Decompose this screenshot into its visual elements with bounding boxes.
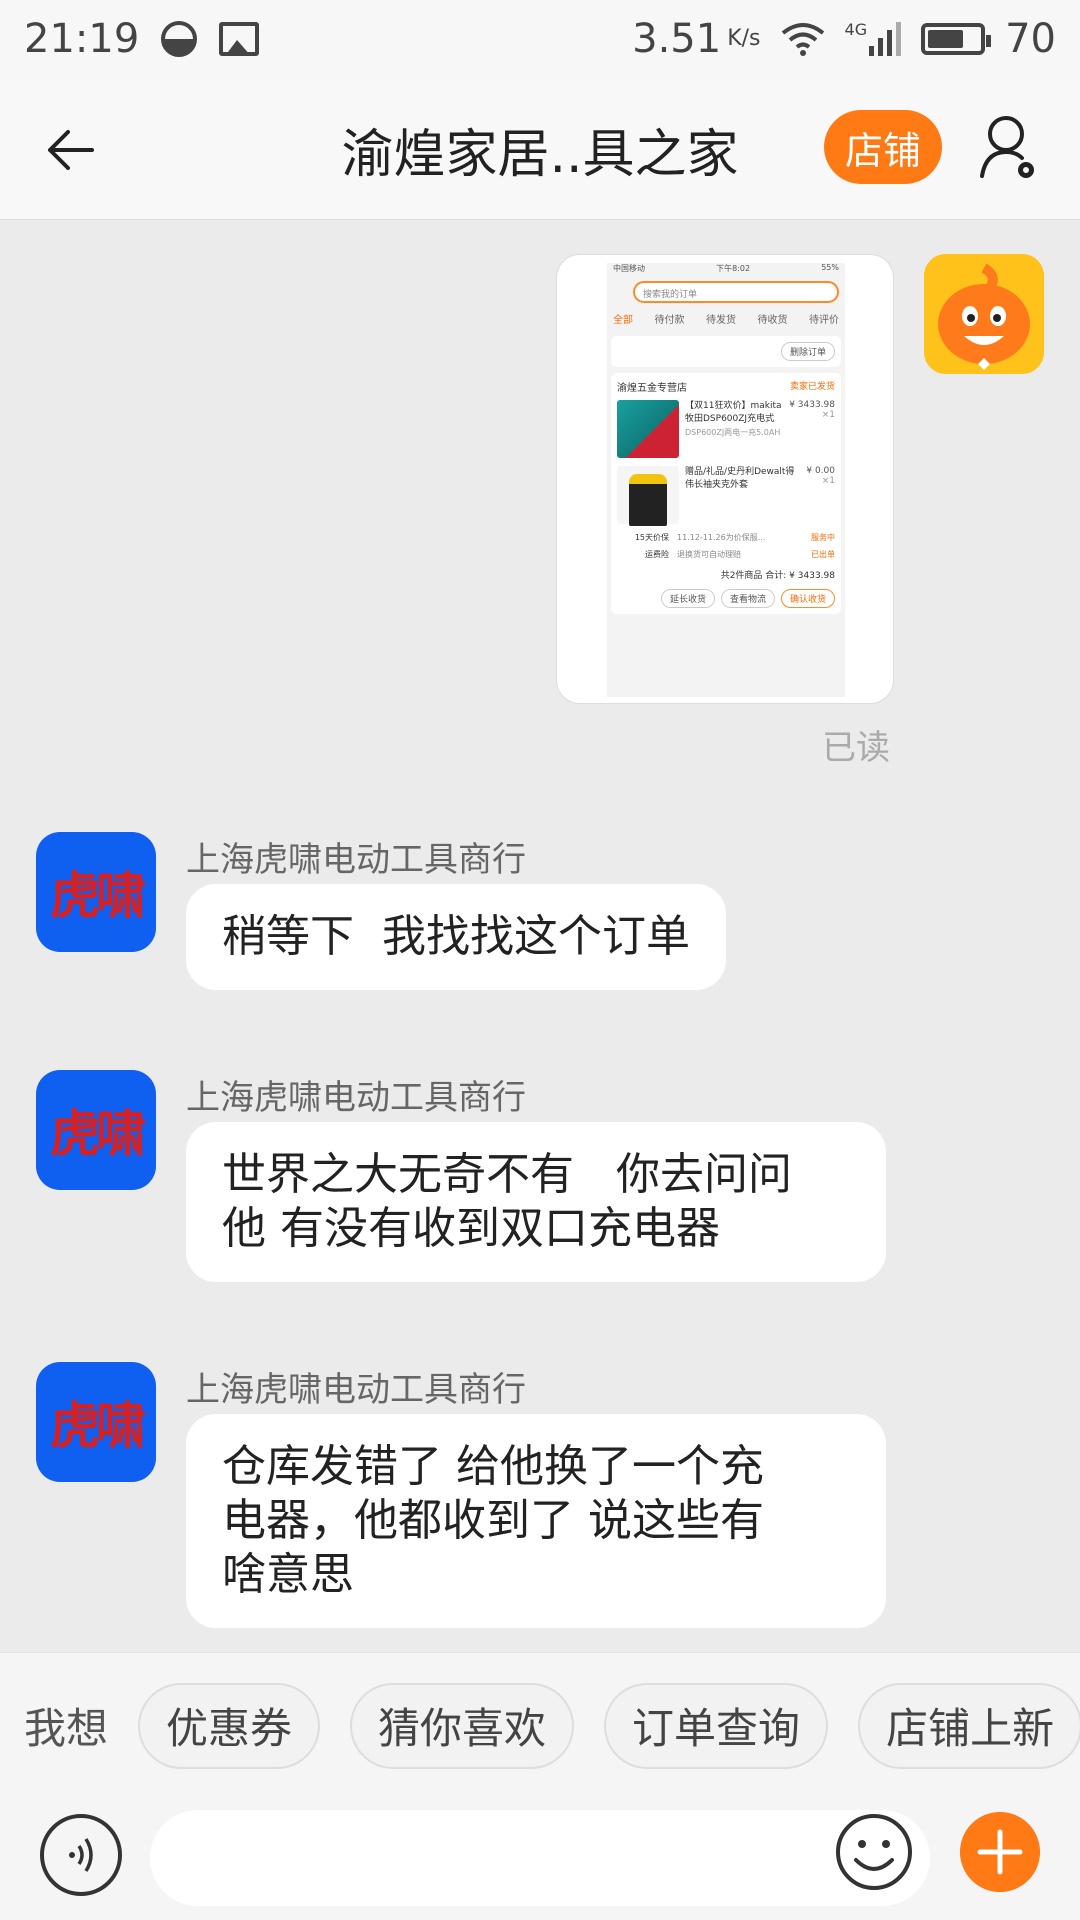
my-avatar[interactable]: [924, 254, 1044, 374]
voice-icon: [69, 1838, 93, 1872]
sender-name: 上海虎啸电动工具商行: [186, 1370, 526, 1410]
shot-item-price: ¥ 3433.98: [789, 400, 835, 410]
message-bubble[interactable]: 世界之大无奇不有 你去问问 他 有没有收到双口充电器: [186, 1122, 886, 1282]
shot-tab: 待发货: [706, 315, 736, 326]
store-button[interactable]: 店铺: [824, 110, 942, 184]
shot-shop-status: 卖家已发货: [789, 382, 835, 392]
shot-row-status: 已出单: [811, 550, 835, 559]
chat-header: 渝煌家居..具之家 店铺: [0, 78, 1080, 220]
shot-shop-name: 渝煌五金专营店: [617, 383, 687, 394]
user-settings-icon[interactable]: [980, 114, 1038, 182]
product-thumbnail: [617, 466, 679, 526]
shot-time: 下午8:02: [716, 264, 751, 273]
chip-order-query[interactable]: 订单查询: [604, 1682, 829, 1769]
quick-label: 我想: [24, 1704, 109, 1753]
read-status: 已读: [822, 728, 890, 768]
battery-level: 70: [1005, 16, 1056, 62]
status-bar: 21:19 3.51 K/s 4G 70: [0, 0, 1080, 78]
shot-service-row: 15天价保 11.12-11.26为价保服... 服务中: [617, 532, 835, 543]
shot-order-card: 渝煌五金专营店 卖家已发货 【双11狂欢价】makita 牧田DSP600ZJ充…: [611, 373, 841, 614]
chat-title: 渝煌家居..具之家: [341, 125, 739, 185]
sender-name: 上海虎啸电动工具商行: [186, 840, 526, 880]
shot-search: 搜索我的订单: [633, 281, 839, 303]
status-time: 21:19: [24, 16, 140, 62]
plus-icon[interactable]: [960, 1812, 1040, 1892]
shot-item-desc: 赠品/礼品/史丹利Dewalt得伟长袖夹克外套: [685, 467, 795, 490]
shot-tab: 待评价: [809, 315, 839, 326]
shop-avatar[interactable]: 虎啸: [36, 832, 156, 952]
shot-row-status: 服务中: [811, 533, 835, 542]
shot-button: 延长收货: [660, 589, 715, 608]
mascot-avatar-icon: [924, 254, 1044, 374]
chip-new-arrivals[interactable]: 店铺上新: [858, 1682, 1080, 1769]
voice-input-button[interactable]: [40, 1814, 122, 1896]
shot-battery: 55%: [821, 263, 839, 272]
shot-total: 共2件商品 合计: ¥ 3433.98: [720, 571, 835, 581]
chip-recommend[interactable]: 猜你喜欢: [350, 1682, 575, 1769]
battery-icon: [921, 23, 992, 55]
shot-button: 确认收货: [780, 589, 835, 608]
image-notification-icon: [219, 22, 260, 56]
input-bar: [0, 1798, 1080, 1920]
wifi-icon: [781, 23, 824, 56]
chip-coupon[interactable]: 优惠券: [138, 1682, 321, 1769]
shot-carrier: 中国移动: [613, 264, 645, 273]
shot-row-text: 退换货可自动理赔: [677, 550, 741, 559]
product-thumbnail: [617, 400, 679, 458]
message-bubble[interactable]: 仓库发错了 给他换了一个充 电器，他都收到了 说这些有 啥意思: [186, 1414, 886, 1628]
shot-item-desc: 【双11狂欢价】makita 牧田DSP600ZJ充电式: [685, 401, 782, 424]
order-screenshot: 中国移动 下午8:02 55% 搜索我的订单 全部 待付款 待发货 待收货 待评…: [607, 263, 845, 697]
shot-tab: 待付款: [654, 315, 685, 326]
message-input[interactable]: [150, 1810, 930, 1906]
shared-image-message[interactable]: 中国移动 下午8:02 55% 搜索我的订单 全部 待付款 待发货 待收货 待评…: [556, 254, 894, 704]
shot-item-price: ¥ 0.00: [806, 466, 835, 476]
shot-delete-order: 删除订单: [780, 342, 835, 361]
sender-name: 上海虎啸电动工具商行: [186, 1078, 526, 1118]
shot-item-qty: ×1: [821, 476, 835, 486]
shot-item-qty: ×1: [821, 410, 835, 420]
shot-row-text: 11.12-11.26为价保服...: [677, 533, 766, 542]
shot-row-label: 15天价保: [634, 533, 669, 542]
shot-delete-card: 删除订单: [611, 336, 841, 367]
shot-tab: 待收货: [757, 315, 788, 326]
quick-actions-bar: 我想 优惠券 猜你喜欢 订单查询 店铺上新: [0, 1652, 1080, 1798]
message-bubble[interactable]: 稍等下 我找找这个订单: [186, 884, 726, 990]
shot-item-sub: DSP600ZJ两电一充5.0AH: [685, 428, 781, 437]
shop-avatar[interactable]: 虎啸: [36, 1070, 156, 1190]
do-not-disturb-icon: [161, 21, 198, 57]
network-type: 4G: [844, 20, 868, 39]
shot-tabs: 全部 待付款 待发货 待收货 待评价: [607, 303, 845, 330]
cell-signal-icon: [869, 22, 902, 56]
shot-button: 查看物流: [720, 589, 775, 608]
shop-avatar[interactable]: 虎啸: [36, 1362, 156, 1482]
back-arrow-icon[interactable]: [44, 124, 96, 176]
network-speed: 3.51: [632, 16, 722, 62]
shot-item: 【双11狂欢价】makita 牧田DSP600ZJ充电式 DSP600ZJ两电一…: [617, 400, 835, 458]
chat-messages[interactable]: 中国移动 下午8:02 55% 搜索我的订单 全部 待付款 待发货 待收货 待评…: [0, 220, 1080, 1650]
shot-tab: 全部: [613, 315, 633, 326]
emoji-icon[interactable]: [834, 1812, 914, 1892]
network-speed-unit: K/s: [727, 26, 761, 51]
shot-item: 赠品/礼品/史丹利Dewalt得伟长袖夹克外套 ¥ 0.00 ×1: [617, 466, 835, 526]
shot-row-label: 运费险: [645, 550, 669, 559]
shot-service-row: 运费险 退换货可自动理赔 已出单: [617, 549, 835, 560]
